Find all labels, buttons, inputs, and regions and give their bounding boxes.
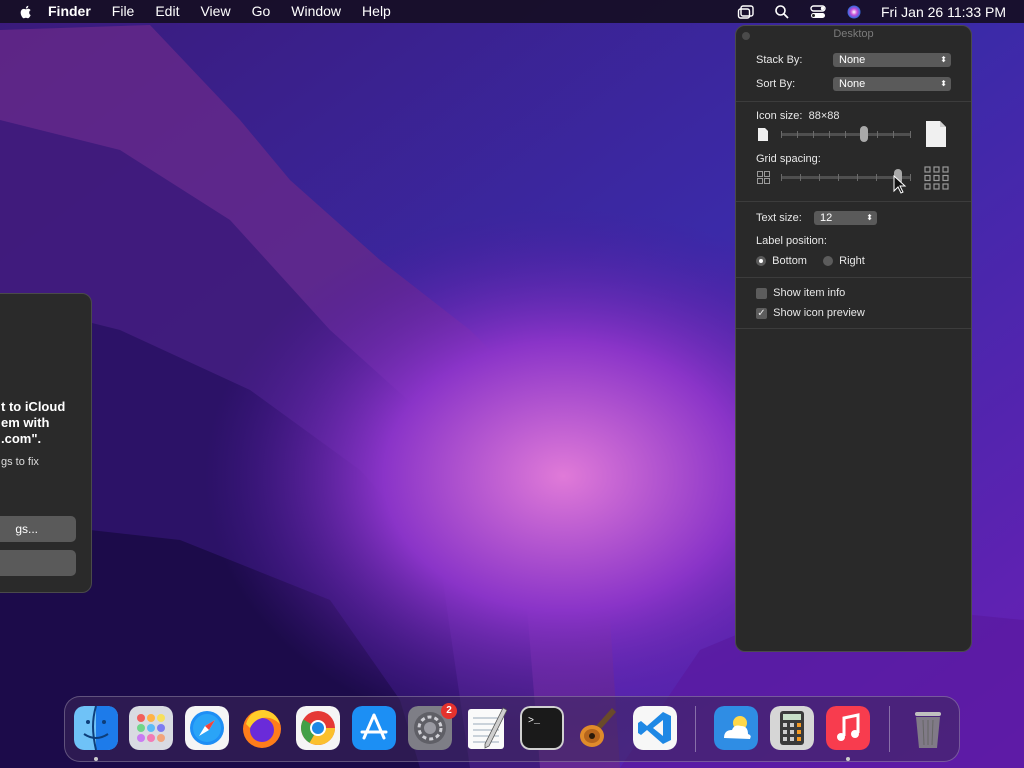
svg-text:>_: >_ <box>528 716 541 727</box>
app-store-icon[interactable] <box>352 706 396 750</box>
show-item-info-option[interactable]: Show item info <box>756 287 845 299</box>
text-size-value: 12 <box>820 212 833 224</box>
control-center-icon[interactable] <box>809 3 827 21</box>
terminal-icon[interactable]: >_ <box>520 706 564 750</box>
show-icon-preview-option[interactable]: ✓ Show icon preview <box>756 307 865 319</box>
desktop-view-options-panel: Desktop Stack By: None ⬍ Sort By: None ⬍… <box>735 25 972 652</box>
chrome-icon[interactable] <box>296 706 340 750</box>
stack-by-value: None <box>839 54 866 66</box>
show-item-info-checkbox[interactable] <box>756 287 767 299</box>
finder-icon[interactable] <box>74 706 118 750</box>
sort-by-value: None <box>839 78 866 90</box>
popup-arrows-icon: ⬍ <box>940 55 947 64</box>
menu-go[interactable]: Go <box>252 0 271 23</box>
stack-by-label: Stack By: <box>756 54 803 66</box>
radio-right-label: Right <box>839 255 865 267</box>
mouse-pointer-icon <box>893 175 907 194</box>
text-size-label: Text size: <box>756 212 802 224</box>
small-grid-icon <box>757 171 770 184</box>
popup-arrows-icon: ⬍ <box>866 213 873 222</box>
dock-separator <box>889 706 890 752</box>
alert-message-line1: t to iCloud <box>1 399 66 414</box>
launchpad-icon[interactable] <box>129 706 173 750</box>
safari-icon[interactable] <box>185 706 229 750</box>
menu-clock[interactable]: Fri Jan 26 11:33 PM <box>881 4 1006 20</box>
large-grid-icon <box>924 166 949 190</box>
dock-separator <box>695 706 696 752</box>
calculator-icon[interactable] <box>770 706 814 750</box>
menu-app-name[interactable]: Finder <box>48 0 91 23</box>
sort-by-label: Sort By: <box>756 78 796 90</box>
text-size-popup[interactable]: 12 ⬍ <box>814 211 877 225</box>
show-icon-preview-label: Show icon preview <box>773 307 865 319</box>
alert-secondary-button[interactable] <box>0 550 76 576</box>
sort-by-popup[interactable]: None ⬍ <box>833 77 951 91</box>
icon-size-slider[interactable] <box>781 133 911 136</box>
menu-file[interactable]: File <box>112 0 135 23</box>
garageband-icon[interactable] <box>576 706 620 750</box>
notification-badge: 2 <box>441 703 457 719</box>
siri-icon[interactable] <box>845 3 863 21</box>
icon-size-value: 88×88 <box>808 110 840 122</box>
menu-view[interactable]: View <box>200 0 230 23</box>
radio-bottom-label: Bottom <box>772 255 807 267</box>
menu-help[interactable]: Help <box>362 0 391 23</box>
weather-icon[interactable] <box>714 706 758 750</box>
alert-message: t to iCloud em with .com". <box>1 399 91 447</box>
popup-arrows-icon: ⬍ <box>940 79 947 88</box>
icloud-alert: t to iCloud em with .com". gs to fix gs.… <box>0 293 92 593</box>
alert-settings-button[interactable]: gs... <box>0 516 76 542</box>
label-position-bottom-option[interactable]: Bottom <box>756 255 807 267</box>
alert-message-line3: .com". <box>1 431 42 446</box>
icon-size-slider-knob[interactable] <box>860 126 869 142</box>
stack-by-popup[interactable]: None ⬍ <box>833 53 951 67</box>
label-position-right-option[interactable]: Right <box>823 255 865 267</box>
large-document-icon <box>926 121 946 147</box>
radio-right[interactable] <box>823 256 833 266</box>
menu-bar: Finder File Edit View Go Window Help Fri… <box>0 0 1024 23</box>
music-icon[interactable] <box>826 706 870 750</box>
radio-bottom[interactable] <box>756 256 766 266</box>
search-icon[interactable] <box>773 3 791 21</box>
textedit-icon[interactable] <box>465 706 509 750</box>
menu-window[interactable]: Window <box>291 0 341 23</box>
menu-edit[interactable]: Edit <box>155 0 179 23</box>
label-position-label: Label position: <box>756 235 827 247</box>
trash-icon[interactable] <box>906 706 950 750</box>
window-icon[interactable] <box>737 3 755 21</box>
firefox-icon[interactable] <box>240 706 284 750</box>
panel-title: Desktop <box>833 28 874 40</box>
icon-size-label: Icon size: 88×88 <box>756 110 840 122</box>
alert-subtext: gs to fix <box>1 456 39 468</box>
grid-spacing-label: Grid spacing: <box>756 153 821 165</box>
small-document-icon <box>758 128 768 141</box>
apple-icon[interactable] <box>18 4 34 20</box>
alert-message-line2: em with <box>1 415 50 430</box>
show-item-info-label: Show item info <box>773 287 846 299</box>
vscode-icon[interactable] <box>633 706 677 750</box>
show-icon-preview-checkbox[interactable]: ✓ <box>756 307 767 319</box>
panel-titlebar[interactable]: Desktop <box>736 26 971 44</box>
